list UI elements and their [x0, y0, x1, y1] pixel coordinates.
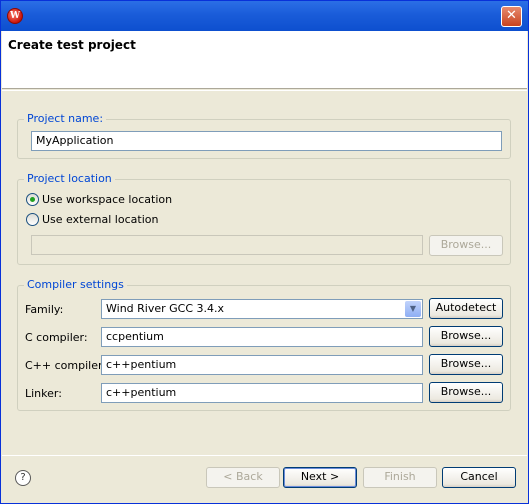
project-location-legend: Project location — [24, 172, 115, 185]
compiler-settings-group: Compiler settings Family: Wind River GCC… — [17, 278, 511, 411]
project-name-input[interactable]: MyApplication — [31, 131, 502, 151]
project-name-legend: Project name: — [24, 112, 107, 125]
project-name-group: Project name: MyApplication — [17, 112, 511, 159]
finish-button[interactable]: Finish — [363, 467, 437, 488]
help-icon[interactable]: ? — [15, 470, 31, 486]
project-location-group: Project location Use workspace location … — [17, 172, 511, 265]
autodetect-button[interactable]: Autodetect — [429, 298, 503, 319]
back-button[interactable]: < Back — [206, 467, 280, 488]
footer-divider — [2, 455, 527, 456]
workspace-location-radio[interactable] — [26, 193, 39, 206]
header-banner: Create test project — [2, 31, 527, 89]
chevron-down-icon[interactable]: ▼ — [405, 301, 421, 317]
workspace-location-label[interactable]: Use workspace location — [42, 193, 172, 206]
family-select[interactable]: Wind River GCC 3.4.x ▼ — [101, 299, 423, 319]
title-bar[interactable]: W ✕ — [1, 1, 528, 31]
c-compiler-label: C compiler: — [25, 331, 88, 344]
location-path-input[interactable] — [31, 235, 423, 255]
cancel-button[interactable]: Cancel — [442, 467, 516, 488]
c-compiler-input[interactable]: ccpentium — [101, 327, 423, 347]
family-label: Family: — [25, 303, 64, 316]
linker-input[interactable]: c++pentium — [101, 383, 423, 403]
page-title: Create test project — [8, 38, 136, 52]
external-location-label[interactable]: Use external location — [42, 213, 158, 226]
banner-divider — [2, 90, 527, 91]
linker-label: Linker: — [25, 387, 62, 400]
linker-browse-button[interactable]: Browse... — [429, 382, 503, 403]
app-icon: W — [7, 8, 23, 24]
family-select-value: Wind River GCC 3.4.x — [106, 302, 225, 315]
c-compiler-browse-button[interactable]: Browse... — [429, 326, 503, 347]
cpp-compiler-input[interactable]: c++pentium — [101, 355, 423, 375]
close-button[interactable]: ✕ — [501, 6, 522, 27]
cpp-compiler-browse-button[interactable]: Browse... — [429, 354, 503, 375]
cpp-compiler-label: C++ compiler: — [25, 359, 107, 372]
dialog-window: W ✕ Create test project Project name: My… — [0, 0, 529, 504]
external-location-radio[interactable] — [26, 213, 39, 226]
next-button[interactable]: Next > — [283, 467, 357, 488]
compiler-settings-legend: Compiler settings — [24, 278, 127, 291]
location-browse-button[interactable]: Browse... — [429, 235, 503, 256]
